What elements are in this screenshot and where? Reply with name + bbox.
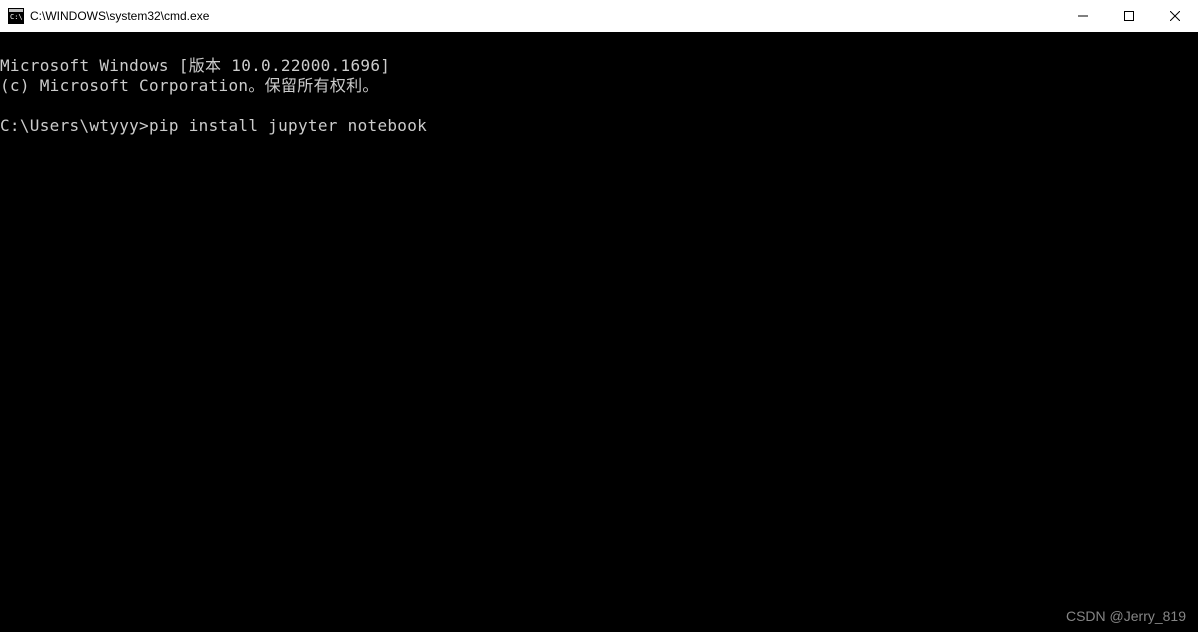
terminal-prompt-line: C:\Users\wtyyy>pip install jupyter noteb… — [0, 116, 427, 135]
cmd-icon: C:\ — [8, 8, 24, 24]
titlebar: C:\ C:\WINDOWS\system32\cmd.exe — [0, 0, 1198, 32]
close-button[interactable] — [1152, 0, 1198, 32]
maximize-button[interactable] — [1106, 0, 1152, 32]
window-controls — [1060, 0, 1198, 32]
window-title: C:\WINDOWS\system32\cmd.exe — [30, 9, 209, 23]
terminal-line-version: Microsoft Windows [版本 10.0.22000.1696] — [0, 56, 390, 75]
terminal-line-copyright: (c) Microsoft Corporation。保留所有权利。 — [0, 76, 379, 95]
svg-text:C:\: C:\ — [10, 13, 23, 21]
terminal-output[interactable]: Microsoft Windows [版本 10.0.22000.1696] (… — [0, 32, 1198, 632]
minimize-button[interactable] — [1060, 0, 1106, 32]
watermark: CSDN @Jerry_819 — [1066, 608, 1186, 624]
